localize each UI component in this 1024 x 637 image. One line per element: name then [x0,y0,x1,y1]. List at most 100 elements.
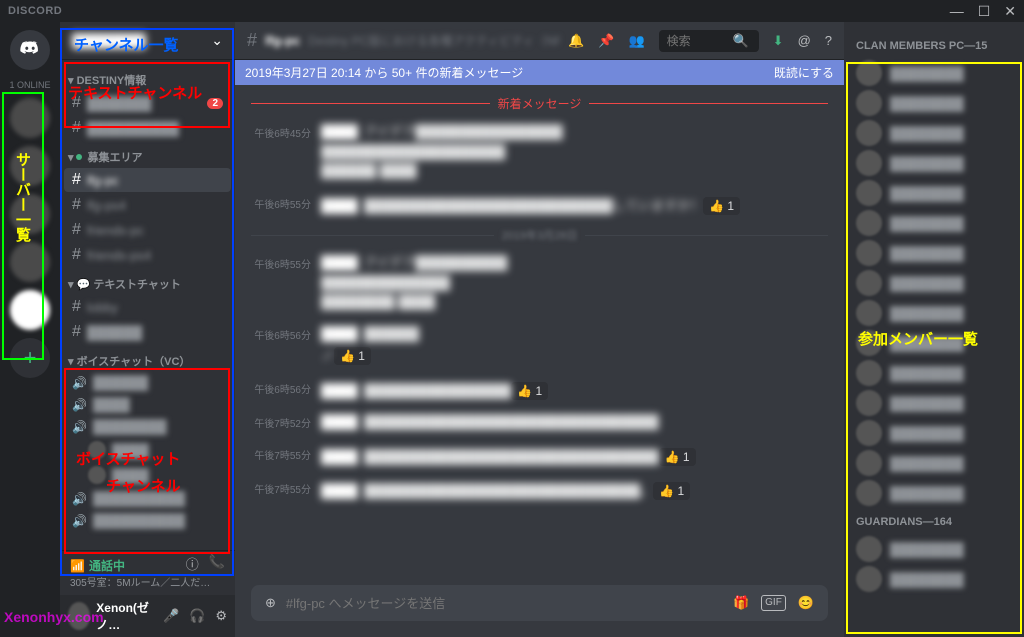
member-item[interactable]: ████████ [852,238,1016,268]
server-avatar[interactable] [10,194,50,234]
date-divider: 2019年3月28日 [251,227,828,243]
reaction[interactable]: 👍 1 [659,448,696,466]
member-item[interactable]: ████████ [852,448,1016,478]
settings-icon[interactable]: ⚙ [215,608,227,624]
message-author[interactable]: ████ [321,198,358,213]
member-name: ████████ [890,246,964,261]
server-avatar[interactable] [10,98,50,138]
gift-icon[interactable]: 🎁 [733,595,749,611]
text-channel-item[interactable]: #lobby [64,295,231,319]
help-icon[interactable]: ? [825,33,832,48]
minimize-button[interactable]: — [950,3,964,20]
member-item[interactable]: ████████ [852,358,1016,388]
voice-channel-item[interactable]: 🔊██████████ [64,488,231,509]
channel-name: lfg-ps4 [87,198,223,213]
server-avatar[interactable] [10,290,50,330]
message-author[interactable]: ████ [321,255,358,270]
gif-icon[interactable]: GIF [761,595,786,611]
message-author[interactable]: ████ [321,326,358,341]
hash-icon: # [72,94,81,112]
deafen-icon[interactable]: 🎧 [189,608,205,624]
text-channel-item[interactable]: #friends-ps4 [64,243,231,267]
voice-channel-item[interactable]: 🔊██████████ [64,510,231,531]
mark-read-button[interactable]: 既読にする [774,64,834,81]
member-item[interactable]: ████████ [852,418,1016,448]
message-author[interactable]: ████ [321,449,358,464]
member-item[interactable]: ████████ [852,564,1016,594]
message-input[interactable] [286,596,723,611]
channel-name: ██████████ [93,513,223,528]
search-box[interactable]: 🔍 [659,30,759,52]
member-item[interactable]: ████████ [852,178,1016,208]
discord-home-button[interactable] [10,30,50,70]
member-avatar [856,180,882,206]
member-item[interactable]: ████████ [852,534,1016,564]
server-header[interactable]: ████████ ⌄ [60,22,235,60]
mute-icon[interactable]: 🎤 [163,608,179,624]
mentions-icon[interactable]: @ [798,33,811,48]
text-channel-item[interactable]: #███████2 [64,91,231,115]
member-avatar [856,450,882,476]
member-item[interactable]: ████████ [852,298,1016,328]
voice-channel-item[interactable]: 🔊██████ [64,372,231,393]
message-text: ██████████████████████████████。 [364,483,653,498]
member-item[interactable]: ████████ [852,208,1016,238]
reaction[interactable]: 👍 1 [653,482,690,500]
message-author[interactable]: ████ [321,383,358,398]
member-item[interactable]: ████████ [852,268,1016,298]
channel-name: lfg-pc [87,173,223,188]
pin-icon[interactable]: 📌 [598,33,614,49]
member-item[interactable]: ████████ [852,388,1016,418]
server-avatar[interactable] [10,242,50,282]
member-item[interactable]: ████████ [852,478,1016,508]
member-item[interactable]: ████████ [852,58,1016,88]
hash-icon: # [72,323,81,341]
reaction[interactable]: 👍 1 [511,382,548,400]
category-header[interactable]: ▾ 募集エリア [60,141,235,167]
member-avatar [856,150,882,176]
channel-name: ██████████ [93,491,223,506]
voice-channel-item[interactable]: 🔊████ [64,394,231,415]
voice-channel-item[interactable]: 🔊████████ [64,416,231,437]
text-channel-item[interactable]: #lfg-pc [64,168,231,192]
text-channel-item[interactable]: #██████████ [64,116,231,140]
member-name: ████████ [890,426,964,441]
member-avatar [856,330,882,356]
emoji-icon[interactable]: 😊 [798,595,814,611]
message-author[interactable]: ████ [321,483,358,498]
category-header[interactable]: ▾ 💬 テキストチャット [60,268,235,294]
member-item[interactable]: ████████ [852,148,1016,178]
category-header[interactable]: ▾ ボイスチャット（VC） [60,345,235,371]
add-server-button[interactable]: + [10,338,50,378]
disconnect-icon[interactable]: 📞 [209,554,225,573]
member-name: ████████ [890,542,964,557]
member-name: ████████ [890,486,964,501]
hash-icon: # [72,221,81,239]
text-channel-item[interactable]: #friends-pc [64,218,231,242]
info-icon[interactable]: ⓘ [186,554,199,573]
server-avatar[interactable] [10,146,50,186]
member-item[interactable]: ████████ [852,88,1016,118]
download-icon[interactable]: ⬇ [773,33,784,49]
channel-name: ███████ [87,96,202,111]
text-channel-item[interactable]: #lfg-ps4 [64,193,231,217]
text-channel-item[interactable]: #██████ [64,320,231,344]
voice-user[interactable]: ████ [64,463,231,487]
message-author[interactable]: ████ [321,124,358,139]
chat-input-area: ⊕ 🎁 GIF 😊 [235,585,844,637]
member-item[interactable]: ████████ [852,328,1016,358]
maximize-button[interactable]: ☐ [978,3,991,20]
attach-icon[interactable]: ⊕ [265,595,276,611]
reaction[interactable]: 👍 1 [334,347,371,365]
chat-input[interactable]: ⊕ 🎁 GIF 😊 [251,585,828,621]
close-button[interactable]: ✕ [1004,3,1016,20]
members-icon[interactable]: 👥 [628,33,644,49]
category-header[interactable]: ▾ DESTINY情報 [60,64,235,90]
new-messages-banner[interactable]: 2019年3月27日 20:14 から 50+ 件の新着メッセージ 既読にする [235,60,844,85]
message-author[interactable]: ████ [321,414,358,429]
bell-icon[interactable]: 🔔 [568,33,584,49]
reaction[interactable]: 👍 1 [703,197,740,215]
voice-user[interactable]: ████ [64,438,231,462]
search-input[interactable] [667,34,727,48]
member-item[interactable]: ████████ [852,118,1016,148]
